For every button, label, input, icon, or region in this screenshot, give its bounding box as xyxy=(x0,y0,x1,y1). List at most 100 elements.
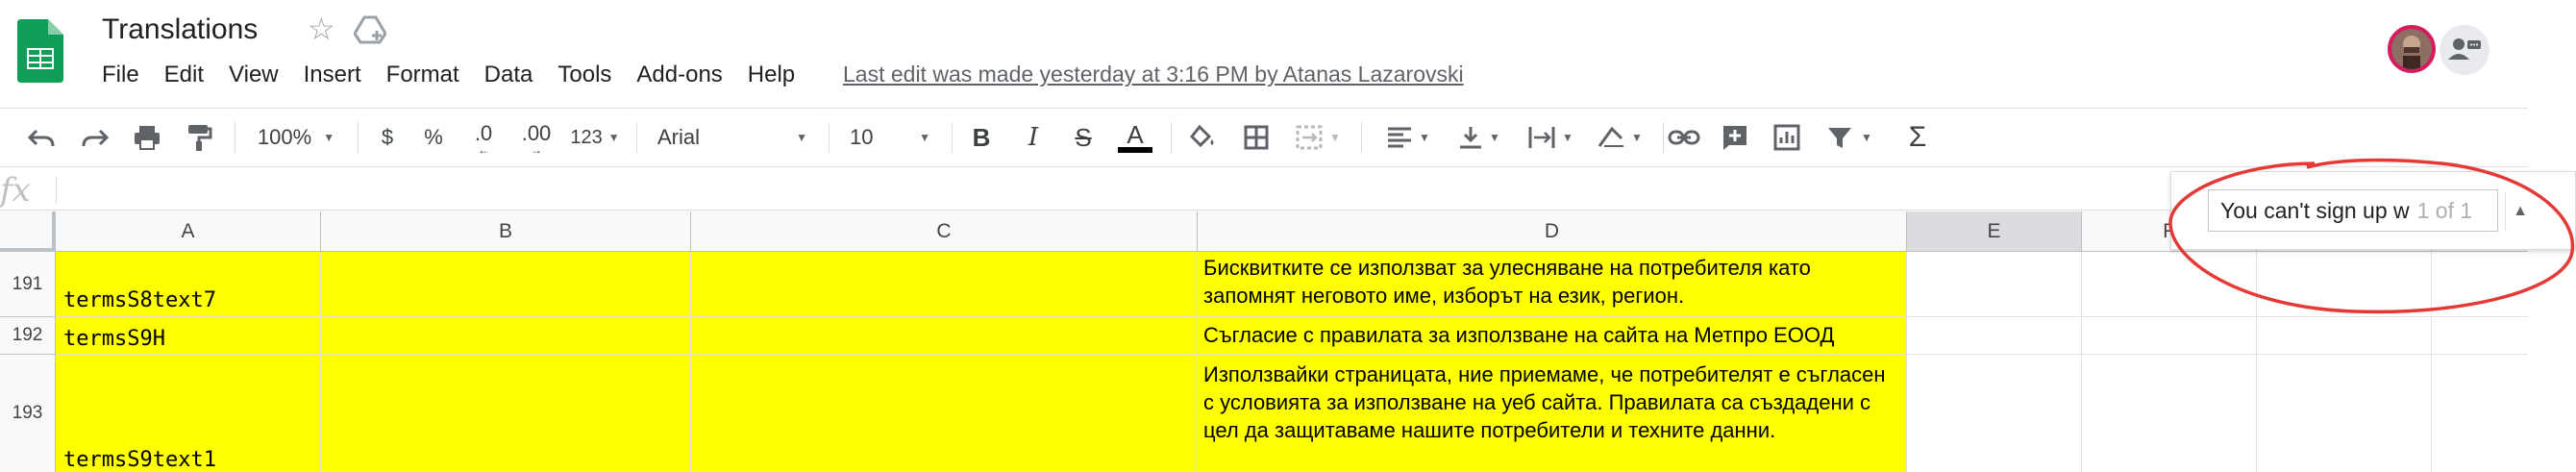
toolbar-separator xyxy=(829,122,830,153)
table-cell[interactable] xyxy=(691,355,1198,472)
table-cell[interactable] xyxy=(2082,355,2257,472)
last-edit-link[interactable]: Last edit was made yesterday at 3:16 PM … xyxy=(843,62,1464,87)
borders-icon[interactable] xyxy=(1234,109,1278,166)
functions-button[interactable]: Σ xyxy=(1895,109,1940,166)
vertical-align-icon[interactable]: ▼ xyxy=(1448,109,1511,166)
redo-icon[interactable] xyxy=(73,109,117,166)
more-formats-label: 123 xyxy=(570,126,603,148)
percent-button[interactable]: % xyxy=(413,109,454,166)
table-cell[interactable] xyxy=(321,317,691,355)
formula-input[interactable] xyxy=(67,173,2163,206)
paint-format-icon[interactable] xyxy=(177,109,221,166)
table-cell[interactable] xyxy=(1907,252,2082,317)
menu-file[interactable]: File xyxy=(102,62,139,88)
font-family-select[interactable]: Arial ▼ xyxy=(650,109,815,166)
arrow-right-icon: → xyxy=(531,143,542,157)
cell-translation: Бисквитките се използват за улесняване н… xyxy=(1203,256,1811,308)
row-header-192[interactable]: 192 xyxy=(0,317,56,355)
toolbar-separator xyxy=(636,122,637,153)
table-cell[interactable]: Съгласие с правилата за използване на са… xyxy=(1198,317,1907,355)
column-header-a[interactable]: A xyxy=(56,211,321,252)
avatar[interactable] xyxy=(2388,25,2436,73)
chevron-down-icon: ▼ xyxy=(1861,131,1872,144)
bold-button[interactable]: B xyxy=(959,109,1003,166)
table-cell[interactable] xyxy=(321,252,691,317)
menu-view[interactable]: View xyxy=(229,62,279,88)
menu-format[interactable]: Format xyxy=(386,62,459,88)
font-size-select[interactable]: 10 ▼ xyxy=(842,109,938,166)
row-header-193[interactable]: 193 xyxy=(0,355,56,472)
select-all-corner[interactable] xyxy=(0,211,56,252)
table-cell[interactable] xyxy=(2432,355,2528,472)
insert-chart-icon[interactable] xyxy=(1765,109,1809,166)
move-to-drive-icon[interactable] xyxy=(353,15,387,49)
row-header-191[interactable]: 191 xyxy=(0,252,56,317)
table-cell[interactable] xyxy=(2257,355,2432,472)
formula-separator xyxy=(56,177,57,204)
formula-divider xyxy=(0,210,2187,211)
text-wrapping-icon[interactable]: ▼ xyxy=(1519,109,1582,166)
merge-cells-icon[interactable]: ▼ xyxy=(1288,109,1348,166)
share-collaborators-icon[interactable] xyxy=(2440,25,2489,75)
insert-link-icon[interactable] xyxy=(1661,109,1707,166)
menu-addons[interactable]: Add-ons xyxy=(636,62,722,88)
decrease-decimal-button[interactable]: .0 ← xyxy=(461,109,506,166)
column-header-b[interactable]: B xyxy=(321,211,691,252)
chevron-down-icon: ▼ xyxy=(607,131,620,144)
chevron-down-icon: ▼ xyxy=(919,131,930,144)
menu-edit[interactable]: Edit xyxy=(164,62,204,88)
zoom-select[interactable]: 100% ▼ xyxy=(248,109,344,166)
increase-decimal-button[interactable]: .00 → xyxy=(513,109,559,166)
undo-icon[interactable] xyxy=(19,109,63,166)
table-cell[interactable]: termsS9text1 xyxy=(56,355,321,472)
strikethrough-button[interactable]: S xyxy=(1061,109,1105,166)
menu-bar: File Edit View Insert Format Data Tools … xyxy=(102,62,820,88)
zoom-value: 100% xyxy=(257,125,312,149)
chevron-down-icon: ▼ xyxy=(796,131,807,144)
function-icon: fx xyxy=(0,171,31,210)
text-color-button[interactable]: A xyxy=(1113,109,1157,166)
table-cell[interactable] xyxy=(691,317,1198,355)
toolbar-divider xyxy=(0,166,2528,167)
font-size-value: 10 xyxy=(850,125,874,149)
table-cell[interactable]: Бисквитките се използват за улесняване н… xyxy=(1198,252,1907,317)
table-cell[interactable]: Използвайки страницата, ние приемаме, че… xyxy=(1198,355,1907,472)
toolbar-separator xyxy=(1361,122,1362,153)
sheets-logo-icon[interactable] xyxy=(17,19,63,87)
arrow-left-icon: ← xyxy=(478,143,489,157)
table-cell[interactable] xyxy=(2432,317,2528,355)
star-icon[interactable]: ☆ xyxy=(308,13,335,44)
table-cell[interactable] xyxy=(321,355,691,472)
text-color-letter: A xyxy=(1127,120,1144,149)
table-cell[interactable] xyxy=(691,252,1198,317)
currency-button[interactable]: $ xyxy=(367,109,408,166)
menu-insert[interactable]: Insert xyxy=(304,62,361,88)
table-cell[interactable] xyxy=(1907,355,2082,472)
column-header-e[interactable]: E xyxy=(1907,211,2082,252)
text-rotation-icon[interactable]: ▼ xyxy=(1588,109,1651,166)
annotation-circle xyxy=(2168,158,2575,314)
table-cell[interactable]: termsS9H xyxy=(56,317,321,355)
chevron-down-icon: ▼ xyxy=(323,131,335,144)
column-header-d[interactable]: D xyxy=(1198,211,1907,252)
chevron-down-icon: ▼ xyxy=(1419,131,1430,144)
italic-button[interactable]: I xyxy=(1011,109,1055,166)
toolbar-separator xyxy=(1171,122,1172,153)
column-header-c[interactable]: C xyxy=(691,211,1198,252)
cell-translation: Съгласие с правилата за използване на са… xyxy=(1203,323,1835,347)
table-cell[interactable] xyxy=(2082,317,2257,355)
table-cell[interactable] xyxy=(2257,317,2432,355)
table-cell[interactable]: termsS8text7 xyxy=(56,252,321,317)
menu-data[interactable]: Data xyxy=(484,62,533,88)
menu-help[interactable]: Help xyxy=(748,62,795,88)
menu-tools[interactable]: Tools xyxy=(557,62,611,88)
horizontal-align-icon[interactable]: ▼ xyxy=(1376,109,1440,166)
document-title[interactable]: Translations xyxy=(102,13,258,46)
more-formats-select[interactable]: 123 ▼ xyxy=(565,109,625,166)
toolbar-separator xyxy=(952,122,953,153)
filter-icon[interactable]: ▼ xyxy=(1819,109,1880,166)
table-cell[interactable] xyxy=(1907,317,2082,355)
insert-comment-icon[interactable] xyxy=(1713,109,1757,166)
fill-color-icon[interactable] xyxy=(1180,109,1225,166)
print-icon[interactable] xyxy=(125,109,169,166)
